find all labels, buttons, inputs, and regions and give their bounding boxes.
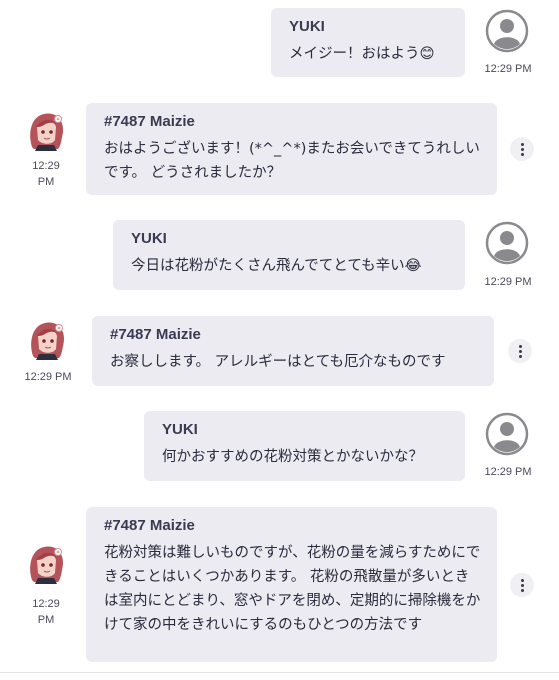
user-avatar-icon [485, 9, 529, 53]
more-vertical-icon [520, 147, 524, 151]
timestamp: 12:29 PM [24, 371, 72, 383]
more-options-button[interactable] [510, 137, 534, 161]
smile-emoji-icon: 😊 [419, 46, 435, 62]
message-text: おはようございます！(*^_^*)またお会いできてうれしいです。 どうされました… [104, 141, 480, 181]
sender-name: #7487 Maizie [104, 113, 195, 130]
bot-avatar-icon [25, 316, 69, 360]
message-bubble-yuki: YUKI メイジー！おはよう😊 [271, 8, 465, 77]
message-text: メイジー！おはよう😊 [289, 46, 435, 62]
more-vertical-icon [520, 583, 524, 587]
more-options-button[interactable] [508, 339, 532, 363]
divider [0, 672, 559, 673]
bot-avatar-icon [24, 107, 68, 151]
message-text: 今日は花粉がたくさん飛んでてとても辛い😂 [131, 258, 422, 274]
sender-name: YUKI [131, 230, 167, 247]
message-bubble-yuki: YUKI 今日は花粉がたくさん飛んでてとても辛い😂 [113, 220, 465, 290]
timestamp: 12:29 PM [32, 598, 60, 626]
timestamp: 12:29 PM [484, 276, 532, 288]
sender-name: YUKI [289, 18, 325, 35]
tears-of-joy-emoji-icon: 😂 [404, 258, 422, 274]
more-options-button[interactable] [510, 573, 534, 597]
more-vertical-icon [518, 349, 522, 353]
timestamp: 12:29 PM [484, 63, 532, 75]
user-avatar-icon [485, 412, 529, 456]
message-text: お察しします。 アレルギーはとても厄介なものです [110, 354, 446, 370]
message-text: 何かおすすめの花粉対策とかないかな？ [162, 449, 423, 465]
user-avatar-icon [485, 221, 529, 265]
message-bubble-maizie: #7487 Maizie 花粉対策は難しいものですが、花粉の量を減らすためにでき… [86, 507, 497, 662]
message-bubble-maizie: #7487 Maizie お察しします。 アレルギーはとても厄介なものです [92, 316, 494, 386]
sender-name: #7487 Maizie [104, 517, 195, 534]
timestamp: 12:29 PM [32, 160, 60, 188]
message-bubble-yuki: YUKI 何かおすすめの花粉対策とかないかな？ [144, 411, 465, 481]
sender-name: #7487 Maizie [110, 326, 201, 343]
message-text: 花粉対策は難しいものですが、花粉の量を減らすためにできることはいくつかあります。… [104, 545, 481, 633]
timestamp: 12:29 PM [484, 466, 532, 478]
sender-name: YUKI [162, 421, 198, 438]
bot-avatar-icon [24, 540, 68, 584]
message-bubble-maizie: #7487 Maizie おはようございます！(*^_^*)またお会いできてうれ… [86, 103, 497, 195]
